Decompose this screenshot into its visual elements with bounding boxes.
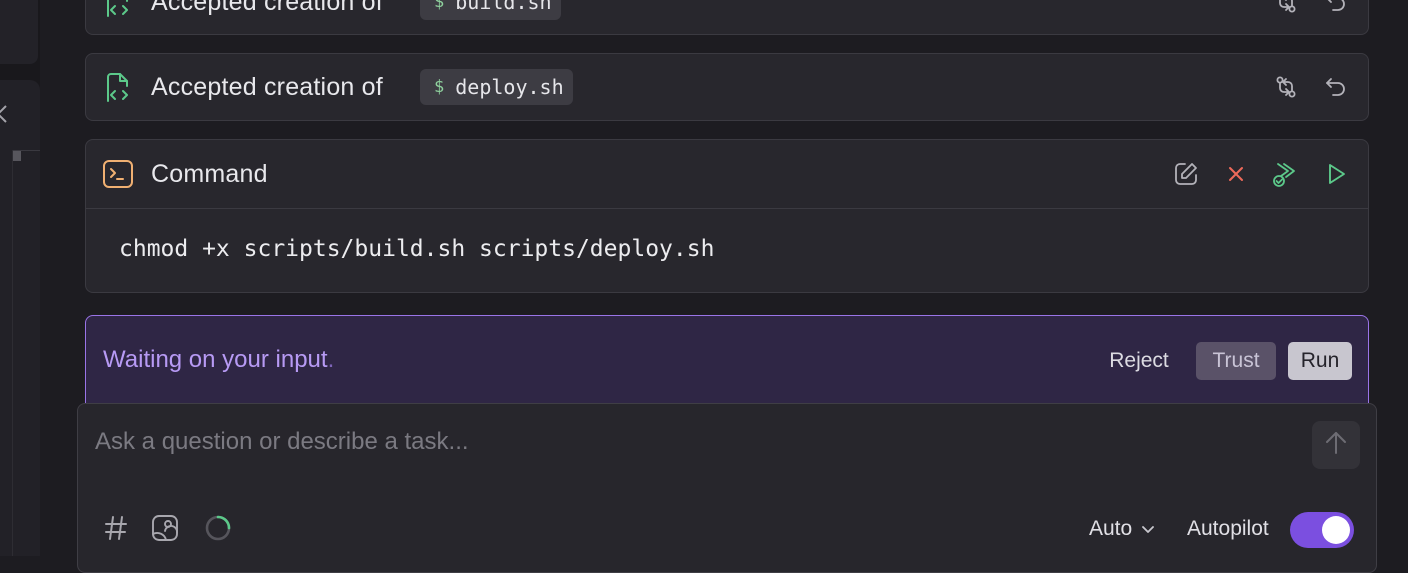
card-title: Command <box>151 159 268 188</box>
close-icon[interactable] <box>1221 159 1251 189</box>
filename-chip: $ deploy.sh <box>420 69 573 105</box>
chevron-down-icon <box>1141 517 1155 541</box>
command-actions <box>1151 159 1351 189</box>
image-icon[interactable] <box>149 512 181 544</box>
left-panel-strip <box>0 0 40 556</box>
waiting-message: Waiting on your input. <box>103 346 334 374</box>
card-title: Accepted creation of <box>151 72 383 101</box>
command-card: Command chmod +x scripts/build.sh script… <box>85 139 1369 293</box>
spinner-icon <box>202 512 234 544</box>
file-code-icon <box>102 71 134 103</box>
panel-divider-vertical <box>12 150 13 556</box>
terminal-icon <box>102 158 134 190</box>
waiting-text: Waiting on your input <box>103 346 328 373</box>
run-button[interactable]: Run <box>1288 342 1352 380</box>
compare-icon[interactable] <box>1271 72 1301 102</box>
compare-icon[interactable] <box>1271 0 1301 17</box>
close-panel-icon[interactable] <box>0 104 10 129</box>
undo-icon[interactable] <box>1321 72 1351 102</box>
trust-button[interactable]: Trust <box>1196 342 1276 380</box>
undo-icon[interactable] <box>1321 0 1351 17</box>
run-all-icon[interactable] <box>1271 159 1301 189</box>
card-header: Accepted creation of $ deploy.sh <box>86 54 1368 120</box>
filename: deploy.sh <box>455 75 564 99</box>
mode-label: Auto <box>1089 517 1133 540</box>
command-text[interactable]: chmod +x scripts/build.sh scripts/deploy… <box>86 208 1368 292</box>
scroll-thumb[interactable] <box>13 151 21 161</box>
chat-composer: Ask a question or describe a task... Aut… <box>77 403 1377 573</box>
hash-icon[interactable] <box>100 512 132 544</box>
toggle-knob <box>1322 516 1350 544</box>
card-header: Command <box>86 140 1368 208</box>
card-actions <box>1251 0 1351 17</box>
card-title: Accepted creation of <box>151 0 383 16</box>
arrow-up-icon <box>1324 430 1348 461</box>
play-icon[interactable] <box>1321 159 1351 189</box>
accepted-file-card-deploy: Accepted creation of $ deploy.sh <box>85 53 1369 121</box>
autopilot-toggle[interactable] <box>1290 512 1354 548</box>
shell-dollar: $ <box>434 0 445 12</box>
autopilot-label: Autopilot <box>1187 517 1269 540</box>
left-panel-top <box>0 0 38 64</box>
filename-chip: $ build.sh <box>420 0 561 20</box>
send-button[interactable] <box>1312 421 1360 469</box>
card-actions <box>1251 72 1351 102</box>
reject-button[interactable]: Reject <box>1094 342 1184 380</box>
file-code-icon <box>102 0 134 18</box>
accepted-file-card-build: Accepted creation of $ build.sh <box>85 0 1369 35</box>
shell-dollar: $ <box>434 77 445 97</box>
chat-input[interactable]: Ask a question or describe a task... <box>95 428 469 456</box>
filename: build.sh <box>455 0 552 14</box>
edit-icon[interactable] <box>1171 159 1201 189</box>
card-header: Accepted creation of $ build.sh <box>86 0 1368 35</box>
mode-selector[interactable]: Auto <box>1089 517 1155 541</box>
waiting-dot: . <box>327 346 335 373</box>
